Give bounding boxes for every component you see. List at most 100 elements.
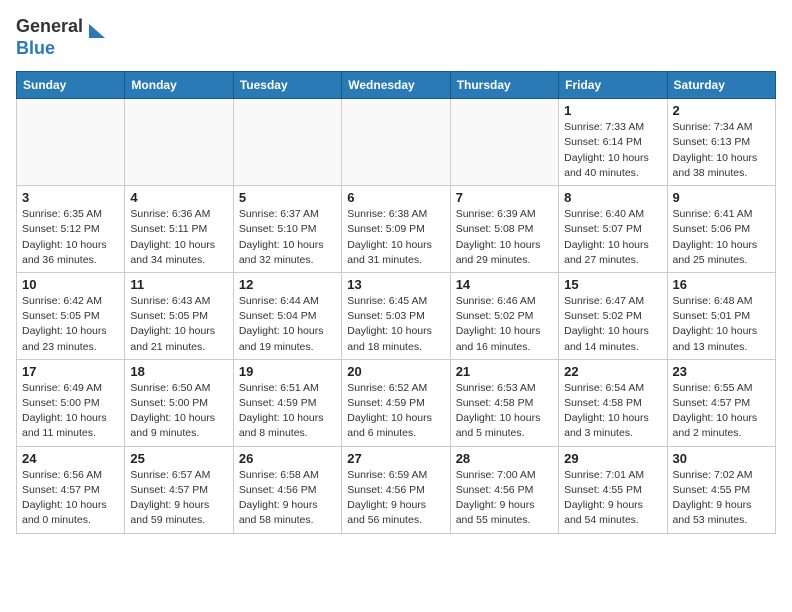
- day-number: 6: [347, 190, 444, 205]
- weekday-header: Saturday: [667, 72, 775, 99]
- day-info: Sunrise: 7:33 AMSunset: 6:14 PMDaylight:…: [564, 120, 661, 181]
- day-number: 20: [347, 364, 444, 379]
- day-info: Sunrise: 6:48 AMSunset: 5:01 PMDaylight:…: [673, 294, 770, 355]
- day-info: Sunrise: 6:44 AMSunset: 5:04 PMDaylight:…: [239, 294, 336, 355]
- calendar-day-cell: 25 Sunrise: 6:57 AMSunset: 4:57 PMDayligh…: [125, 446, 233, 533]
- day-number: 18: [130, 364, 227, 379]
- logo: GeneralBlue: [16, 16, 107, 59]
- day-info: Sunrise: 6:36 AMSunset: 5:11 PMDaylight:…: [130, 207, 227, 268]
- calendar-day-cell: [125, 99, 233, 186]
- day-info: Sunrise: 6:38 AMSunset: 5:09 PMDaylight:…: [347, 207, 444, 268]
- calendar-day-cell: 24 Sunrise: 6:56 AMSunset: 4:57 PMDayligh…: [17, 446, 125, 533]
- calendar-day-cell: 14 Sunrise: 6:46 AMSunset: 5:02 PMDayligh…: [450, 272, 558, 359]
- calendar-day-cell: 21 Sunrise: 6:53 AMSunset: 4:58 PMDayligh…: [450, 359, 558, 446]
- day-info: Sunrise: 7:02 AMSunset: 4:55 PMDaylight:…: [673, 468, 770, 529]
- day-info: Sunrise: 6:37 AMSunset: 5:10 PMDaylight:…: [239, 207, 336, 268]
- calendar-day-cell: 7Sunrise: 6:39 AMSunset: 5:08 PMDaylight…: [450, 186, 558, 273]
- calendar-day-cell: 2 Sunrise: 7:34 AMSunset: 6:13 PMDaylight…: [667, 99, 775, 186]
- calendar-day-cell: 17 Sunrise: 6:49 AMSunset: 5:00 PMDayligh…: [17, 359, 125, 446]
- day-number: 13: [347, 277, 444, 292]
- calendar-day-cell: 8 Sunrise: 6:40 AMSunset: 5:07 PMDaylight…: [559, 186, 667, 273]
- day-number: 15: [564, 277, 661, 292]
- day-info: Sunrise: 6:40 AMSunset: 5:07 PMDaylight:…: [564, 207, 661, 268]
- day-info: Sunrise: 6:43 AMSunset: 5:05 PMDaylight:…: [130, 294, 227, 355]
- calendar-day-cell: [233, 99, 341, 186]
- day-number: 19: [239, 364, 336, 379]
- day-number: 21: [456, 364, 553, 379]
- day-info: Sunrise: 6:47 AMSunset: 5:02 PMDaylight:…: [564, 294, 661, 355]
- logo-text: GeneralBlue: [16, 16, 83, 59]
- calendar-day-cell: 9Sunrise: 6:41 AMSunset: 5:06 PMDaylight…: [667, 186, 775, 273]
- weekday-header: Sunday: [17, 72, 125, 99]
- page-header: GeneralBlue: [16, 16, 776, 59]
- calendar-day-cell: 18 Sunrise: 6:50 AMSunset: 5:00 PMDayligh…: [125, 359, 233, 446]
- calendar-week-row: 17 Sunrise: 6:49 AMSunset: 5:00 PMDayligh…: [17, 359, 776, 446]
- day-number: 28: [456, 451, 553, 466]
- calendar-day-cell: 15 Sunrise: 6:47 AMSunset: 5:02 PMDayligh…: [559, 272, 667, 359]
- day-info: Sunrise: 6:56 AMSunset: 4:57 PMDaylight:…: [22, 468, 119, 529]
- day-number: 1: [564, 103, 661, 118]
- day-number: 2: [673, 103, 770, 118]
- day-number: 4: [130, 190, 227, 205]
- day-number: 26: [239, 451, 336, 466]
- day-number: 22: [564, 364, 661, 379]
- day-info: Sunrise: 6:55 AMSunset: 4:57 PMDaylight:…: [673, 381, 770, 442]
- calendar-day-cell: 6 Sunrise: 6:38 AMSunset: 5:09 PMDaylight…: [342, 186, 450, 273]
- day-number: 23: [673, 364, 770, 379]
- day-info: Sunrise: 6:45 AMSunset: 5:03 PMDaylight:…: [347, 294, 444, 355]
- day-number: 5: [239, 190, 336, 205]
- day-info: Sunrise: 7:00 AMSunset: 4:56 PMDaylight:…: [456, 468, 553, 529]
- calendar-day-cell: 20 Sunrise: 6:52 AMSunset: 4:59 PMDayligh…: [342, 359, 450, 446]
- calendar-day-cell: 4 Sunrise: 6:36 AMSunset: 5:11 PMDaylight…: [125, 186, 233, 273]
- day-info: Sunrise: 6:42 AMSunset: 5:05 PMDaylight:…: [22, 294, 119, 355]
- logo-triangle-icon: [87, 20, 107, 56]
- day-info: Sunrise: 6:50 AMSunset: 5:00 PMDaylight:…: [130, 381, 227, 442]
- weekday-header: Wednesday: [342, 72, 450, 99]
- calendar-day-cell: [17, 99, 125, 186]
- day-info: Sunrise: 6:52 AMSunset: 4:59 PMDaylight:…: [347, 381, 444, 442]
- day-number: 14: [456, 277, 553, 292]
- calendar-day-cell: 5 Sunrise: 6:37 AMSunset: 5:10 PMDaylight…: [233, 186, 341, 273]
- weekday-header-row: SundayMondayTuesdayWednesdayThursdayFrid…: [17, 72, 776, 99]
- day-number: 11: [130, 277, 227, 292]
- calendar-day-cell: 11 Sunrise: 6:43 AMSunset: 5:05 PMDayligh…: [125, 272, 233, 359]
- weekday-header: Tuesday: [233, 72, 341, 99]
- day-info: Sunrise: 6:49 AMSunset: 5:00 PMDaylight:…: [22, 381, 119, 442]
- calendar-day-cell: 22Sunrise: 6:54 AMSunset: 4:58 PMDayligh…: [559, 359, 667, 446]
- calendar-day-cell: 1 Sunrise: 7:33 AMSunset: 6:14 PMDaylight…: [559, 99, 667, 186]
- calendar-day-cell: [450, 99, 558, 186]
- calendar-week-row: 1 Sunrise: 7:33 AMSunset: 6:14 PMDaylight…: [17, 99, 776, 186]
- day-number: 16: [673, 277, 770, 292]
- day-number: 24: [22, 451, 119, 466]
- weekday-header: Monday: [125, 72, 233, 99]
- day-info: Sunrise: 6:57 AMSunset: 4:57 PMDaylight:…: [130, 468, 227, 529]
- day-number: 29: [564, 451, 661, 466]
- calendar-day-cell: 28 Sunrise: 7:00 AMSunset: 4:56 PMDayligh…: [450, 446, 558, 533]
- calendar-day-cell: [342, 99, 450, 186]
- calendar-day-cell: 3 Sunrise: 6:35 AMSunset: 5:12 PMDaylight…: [17, 186, 125, 273]
- day-info: Sunrise: 6:35 AMSunset: 5:12 PMDaylight:…: [22, 207, 119, 268]
- calendar-day-cell: 13 Sunrise: 6:45 AMSunset: 5:03 PMDayligh…: [342, 272, 450, 359]
- day-info: Sunrise: 6:39 AMSunset: 5:08 PMDaylight:…: [456, 207, 553, 268]
- day-number: 30: [673, 451, 770, 466]
- day-info: Sunrise: 6:59 AMSunset: 4:56 PMDaylight:…: [347, 468, 444, 529]
- calendar-day-cell: 19Sunrise: 6:51 AMSunset: 4:59 PMDayligh…: [233, 359, 341, 446]
- day-number: 17: [22, 364, 119, 379]
- calendar-week-row: 10 Sunrise: 6:42 AMSunset: 5:05 PMDayligh…: [17, 272, 776, 359]
- weekday-header: Friday: [559, 72, 667, 99]
- calendar-day-cell: 26 Sunrise: 6:58 AMSunset: 4:56 PMDayligh…: [233, 446, 341, 533]
- day-info: Sunrise: 7:34 AMSunset: 6:13 PMDaylight:…: [673, 120, 770, 181]
- day-info: Sunrise: 6:58 AMSunset: 4:56 PMDaylight:…: [239, 468, 336, 529]
- day-number: 25: [130, 451, 227, 466]
- calendar-week-row: 3 Sunrise: 6:35 AMSunset: 5:12 PMDaylight…: [17, 186, 776, 273]
- day-number: 3: [22, 190, 119, 205]
- day-info: Sunrise: 6:53 AMSunset: 4:58 PMDaylight:…: [456, 381, 553, 442]
- calendar-day-cell: 23 Sunrise: 6:55 AMSunset: 4:57 PMDayligh…: [667, 359, 775, 446]
- day-number: 27: [347, 451, 444, 466]
- day-number: 8: [564, 190, 661, 205]
- day-number: 12: [239, 277, 336, 292]
- day-info: Sunrise: 6:46 AMSunset: 5:02 PMDaylight:…: [456, 294, 553, 355]
- calendar-day-cell: 16 Sunrise: 6:48 AMSunset: 5:01 PMDayligh…: [667, 272, 775, 359]
- day-number: 9: [673, 190, 770, 205]
- day-number: 10: [22, 277, 119, 292]
